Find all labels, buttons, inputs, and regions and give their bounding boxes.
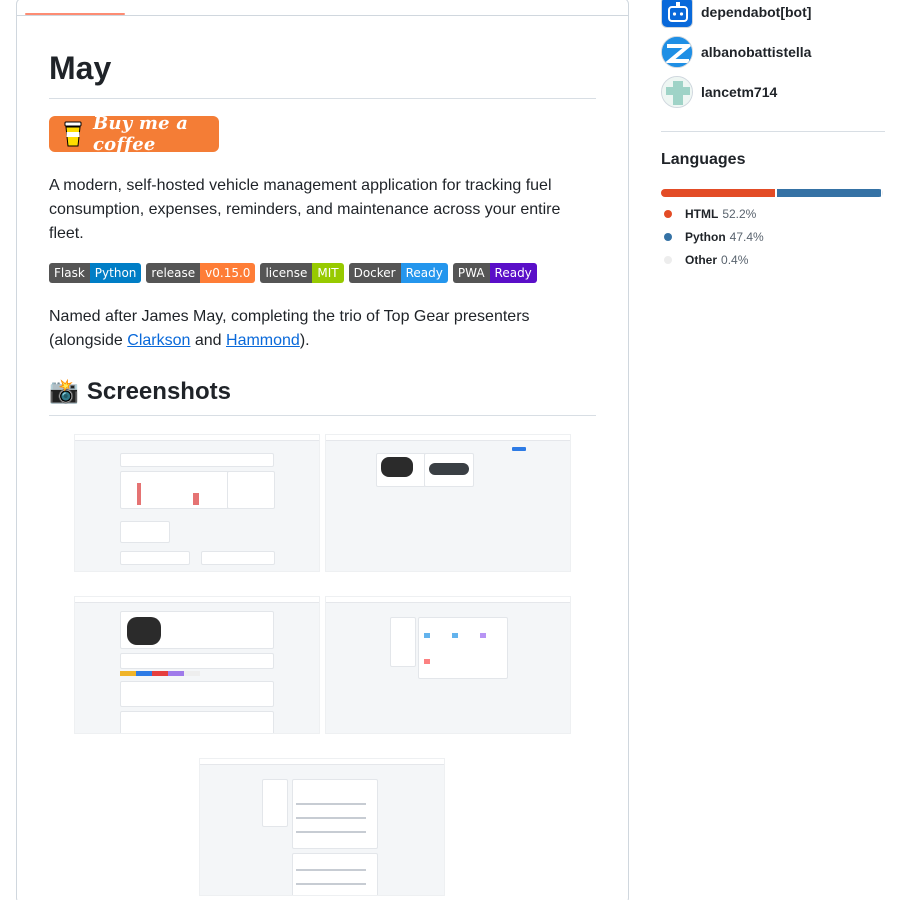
badge-row: Flask Python release v0.15.0 license MIT Do… (49, 263, 537, 283)
coffee-cup-icon (63, 121, 83, 147)
screenshot-settings-general[interactable] (199, 758, 445, 896)
contributor-albanobattistella[interactable]: albanobattistella (661, 36, 811, 68)
buy-me-a-coffee-label: Buy me a coffee (93, 113, 189, 155)
title-divider (49, 98, 596, 99)
html-color-dot (664, 210, 672, 218)
sidebar-divider (661, 131, 885, 132)
buy-me-a-coffee-button[interactable]: Buy me a coffee (49, 113, 219, 155)
contributor-name: lancetm714 (701, 84, 778, 100)
screenshots-heading: 📸 Screenshots (49, 376, 231, 408)
lang-bar-html (661, 189, 776, 197)
language-other[interactable]: Other 0.4% (664, 253, 748, 267)
python-color-dot (664, 233, 672, 241)
other-color-dot (664, 256, 672, 264)
badge-pwa[interactable]: PWA Ready (452, 263, 537, 283)
badge-docker[interactable]: Docker Ready (348, 263, 448, 283)
project-description: A modern, self-hosted vehicle management… (49, 177, 561, 242)
badge-release[interactable]: release v0.15.0 (146, 263, 256, 283)
contributor-dependabot[interactable]: dependabot[bot] (661, 0, 811, 28)
hammond-link[interactable]: Hammond (226, 332, 300, 349)
contributor-name: dependabot[bot] (701, 4, 812, 20)
screenshot-dashboard[interactable] (74, 434, 320, 572)
screenshot-settings[interactable] (325, 596, 571, 734)
language-python[interactable]: Python 47.4% (664, 230, 764, 244)
contributor-name: albanobattistella (701, 44, 812, 60)
identicon-icon (661, 76, 693, 108)
screenshot-vehicles[interactable] (325, 434, 571, 572)
languages-bar (661, 189, 883, 197)
named-after-paragraph: Named after James May, completing the tr… (49, 308, 530, 349)
dependabot-icon (661, 0, 693, 28)
screenshots-divider (49, 415, 596, 416)
contributor-lancetm714[interactable]: lancetm714 (661, 76, 777, 108)
camera-icon: 📸 (49, 378, 79, 405)
readme-header-divider (17, 15, 628, 16)
screenshot-vehicle-detail[interactable] (74, 596, 320, 734)
lang-bar-python (777, 189, 882, 197)
clarkson-link[interactable]: Clarkson (127, 332, 190, 349)
badge-flask[interactable]: Flask Python (49, 263, 142, 283)
readme-title: May (49, 50, 112, 86)
language-html[interactable]: HTML 52.2% (664, 207, 756, 221)
languages-title: Languages (661, 151, 746, 168)
avatar-z-icon (661, 36, 693, 68)
badge-license[interactable]: license MIT (260, 263, 344, 283)
lang-bar-other (882, 189, 883, 197)
